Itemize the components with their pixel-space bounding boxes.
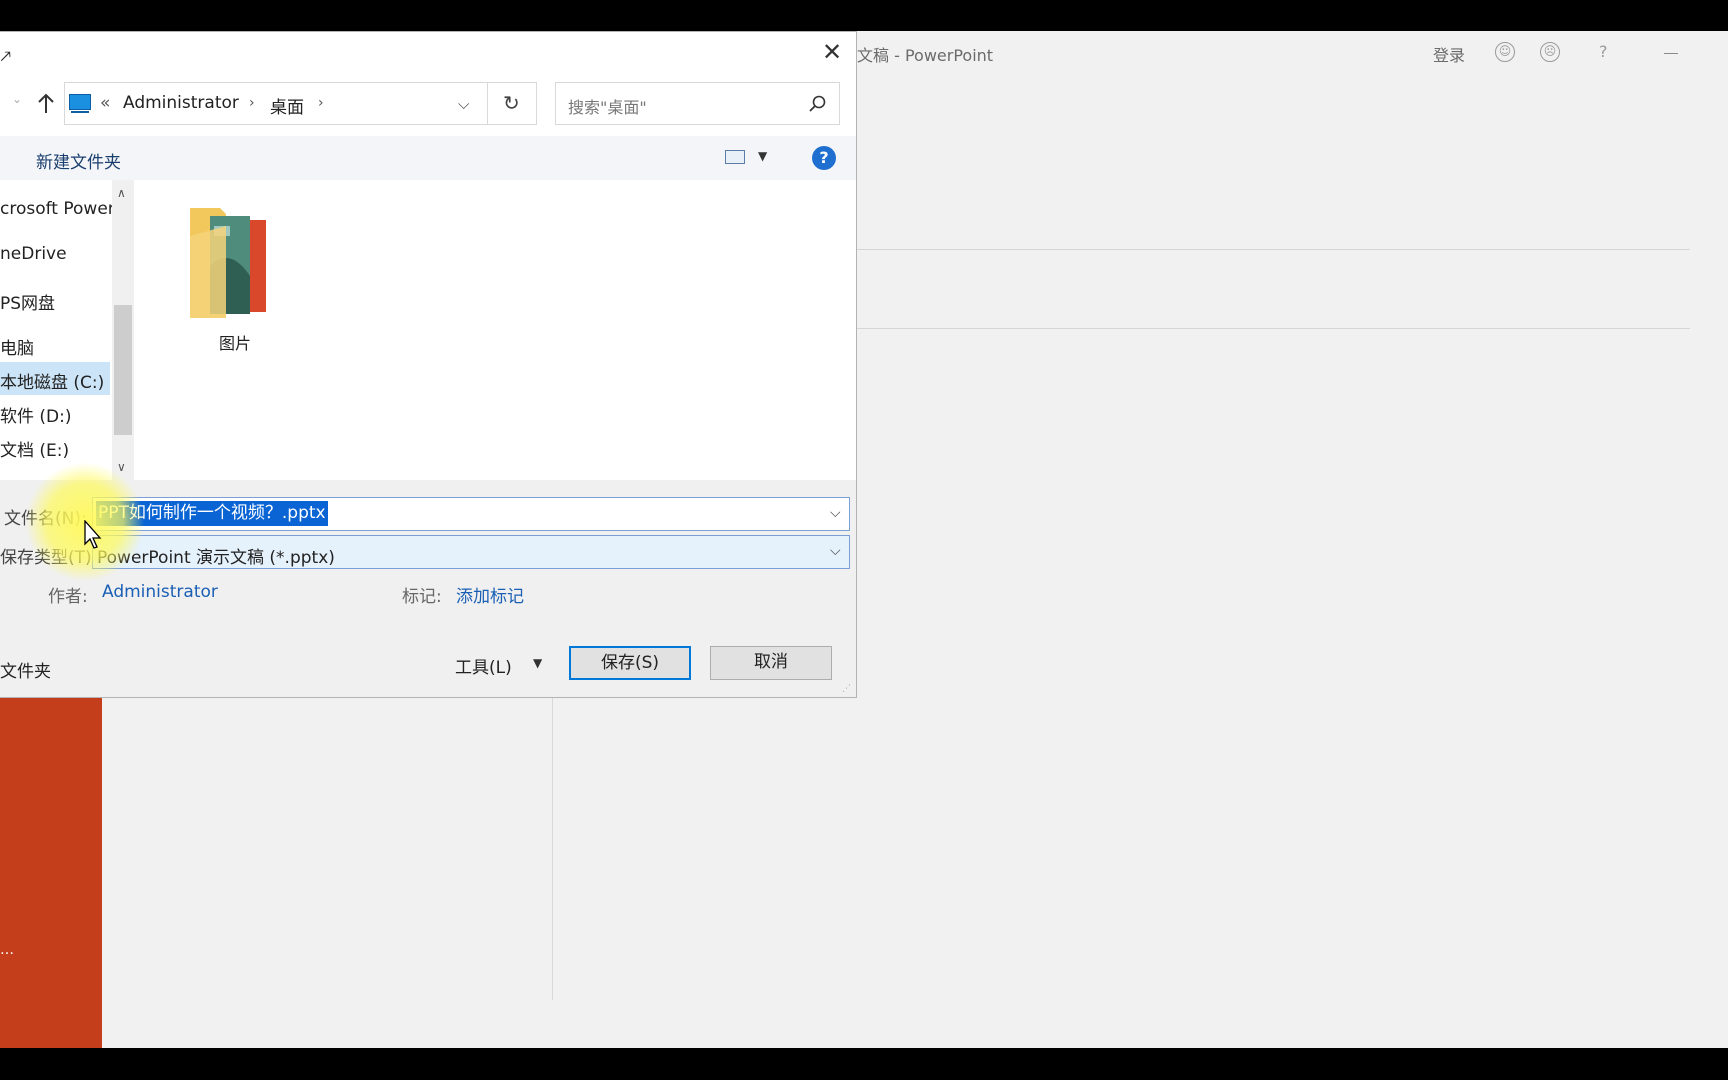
monitor-stand xyxy=(71,111,89,113)
tags-label: 标记: xyxy=(402,587,442,607)
breadcrumb-administrator[interactable]: Administrator xyxy=(123,93,239,113)
backstage-sidebar xyxy=(0,690,102,1048)
navigation-pane xyxy=(0,180,112,480)
view-icon[interactable] xyxy=(725,150,745,164)
nav-item-wps-drive[interactable]: PS网盘 xyxy=(0,289,55,314)
mouse-pointer-icon xyxy=(84,519,102,550)
tools-dropdown-icon[interactable]: ▼ xyxy=(533,656,542,670)
nav-scrollbar-thumb[interactable] xyxy=(114,305,132,435)
chevron-down-icon[interactable]: ⌵ xyxy=(830,543,841,559)
divider xyxy=(857,328,1690,329)
chevron-right-icon[interactable]: › xyxy=(249,95,255,111)
author-label: 作者: xyxy=(48,587,88,607)
search-placeholder: 搜索"桌面" xyxy=(568,98,647,117)
add-tags-link[interactable]: 添加标记 xyxy=(456,582,524,607)
refresh-icon[interactable]: ↻ xyxy=(503,91,520,115)
chevron-right-icon[interactable]: › xyxy=(318,95,324,111)
breadcrumb-desktop[interactable]: 桌面 xyxy=(270,93,304,118)
hide-folders-toggle[interactable]: 文件夹 xyxy=(0,657,51,682)
resize-grip-icon[interactable]: ⋰ xyxy=(842,684,851,694)
breadcrumb-overflow[interactable]: « xyxy=(100,93,110,113)
new-folder-button[interactable]: 新建文件夹 xyxy=(36,148,121,173)
search-icon[interactable] xyxy=(808,94,828,114)
chevron-down-icon[interactable]: ⌵ xyxy=(830,505,841,521)
nav-item-onedrive[interactable]: neDrive xyxy=(0,244,67,264)
save-button[interactable]: 保存(S) xyxy=(569,646,691,680)
monitor-icon xyxy=(69,94,91,110)
help-button[interactable]: ? xyxy=(1599,42,1608,61)
dialog-title-fragment: 🡕 xyxy=(0,47,12,67)
minimize-button[interactable] xyxy=(1664,53,1678,54)
folder-icon[interactable] xyxy=(190,206,280,322)
up-arrow-icon[interactable] xyxy=(36,92,56,116)
divider xyxy=(857,249,1690,250)
cancel-button[interactable]: 取消 xyxy=(710,646,832,680)
nav-item-drive-c[interactable]: 本地磁盘 (C:) xyxy=(0,368,104,393)
more-icon[interactable]: … xyxy=(0,942,14,958)
divider xyxy=(552,690,553,1000)
smile-feedback-icon[interactable]: ☺ xyxy=(1495,42,1515,62)
help-icon[interactable]: ? xyxy=(812,146,836,170)
nav-item-powerpoint[interactable]: crosoft Power xyxy=(0,199,115,219)
view-dropdown-icon[interactable]: ▼ xyxy=(758,149,767,163)
nav-item-drive-d[interactable]: 软件 (D:) xyxy=(0,402,72,427)
frown-feedback-icon[interactable]: ☹ xyxy=(1540,42,1560,62)
powerpoint-title: 文稿 - PowerPoint xyxy=(857,46,994,65)
close-icon[interactable]: ✕ xyxy=(822,40,842,64)
scroll-up-icon[interactable]: ∧ xyxy=(117,186,126,200)
chevron-down-icon[interactable]: ⌵ xyxy=(458,95,469,113)
author-value[interactable]: Administrator xyxy=(102,582,218,602)
divider xyxy=(487,82,488,125)
folder-label[interactable]: 图片 xyxy=(219,330,251,354)
nav-item-drive-e[interactable]: 文档 (E:) xyxy=(0,436,69,461)
login-link[interactable]: 登录 xyxy=(1433,42,1465,66)
recent-dropdown-icon[interactable]: ⌄ xyxy=(12,92,22,106)
tools-button[interactable]: 工具(L) xyxy=(455,653,512,678)
nav-item-this-pc[interactable]: 电脑 xyxy=(0,334,34,359)
